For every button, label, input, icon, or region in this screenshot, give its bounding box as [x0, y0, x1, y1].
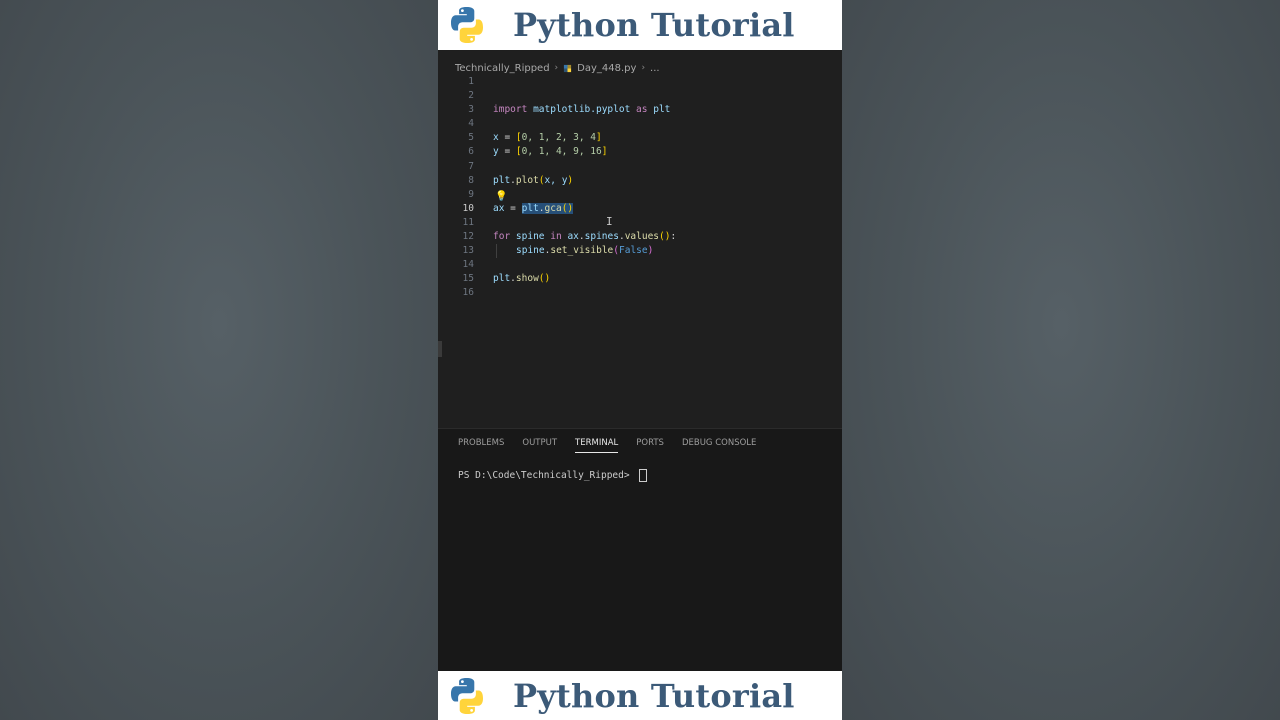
banner-title: Python Tutorial	[513, 676, 795, 715]
background-left	[0, 0, 438, 720]
code-line[interactable]: 4	[438, 117, 842, 131]
code-line[interactable]: 3 import matplotlib.pyplot as plt	[438, 103, 842, 117]
code-line[interactable]: 9 💡	[438, 188, 842, 202]
banner-top: Python Tutorial	[438, 0, 842, 50]
tab-ports[interactable]: PORTS	[636, 438, 664, 452]
code-line[interactable]: 12 for spine in ax.spines.values():	[438, 230, 842, 244]
tab-output[interactable]: OUTPUT	[522, 438, 557, 452]
code-line[interactable]: 6 y = [0, 1, 4, 9, 16]	[438, 145, 842, 159]
line-number: 1	[468, 76, 474, 87]
code-text: y = [0, 1, 4, 9, 16]	[493, 146, 608, 158]
code-line[interactable]: 1	[438, 75, 842, 89]
python-file-icon	[564, 64, 572, 72]
text-selection: plt.gca()	[521, 202, 574, 214]
code-text: import matplotlib.pyplot as plt	[493, 104, 671, 116]
bottom-panel: PROBLEMS OUTPUT TERMINAL PORTS DEBUG CON…	[438, 428, 842, 672]
tab-terminal[interactable]: TERMINAL	[575, 438, 619, 453]
breadcrumb-folder[interactable]: Technically_Ripped	[455, 63, 550, 74]
terminal-prompt-text: PS D:\Code\Technically_Ripped>	[458, 470, 636, 481]
code-editor[interactable]: Technically_Ripped › Day_448.py › ... 1 …	[438, 51, 842, 428]
line-number: 12	[462, 231, 474, 243]
line-number: 9	[468, 188, 474, 200]
chevron-right-icon: ›	[554, 63, 559, 73]
background-right	[842, 0, 1280, 720]
code-text: ax = plt.gca()	[493, 202, 574, 214]
tab-debug-console[interactable]: DEBUG CONSOLE	[682, 438, 756, 452]
line-number: 5	[468, 132, 474, 144]
code-text: plt.show()	[493, 273, 551, 285]
line-number: 4	[468, 118, 474, 130]
code-text: plt.plot(x, y)	[493, 174, 574, 186]
tab-problems[interactable]: PROBLEMS	[458, 438, 504, 452]
python-logo-icon	[451, 677, 483, 714]
banner-title: Python Tutorial	[513, 6, 795, 44]
code-line[interactable]: 10 ax = plt.gca()	[438, 202, 842, 216]
code-line[interactable]: 11	[438, 216, 842, 230]
breadcrumb-file[interactable]: Day_448.py	[577, 63, 636, 74]
line-number: 11	[462, 216, 474, 228]
line-number: 7	[468, 160, 474, 172]
line-number: 14	[462, 259, 474, 271]
python-logo-icon	[451, 7, 483, 43]
line-number: 3	[468, 104, 474, 116]
line-number: 2	[468, 90, 474, 102]
code-text: spine.set_visible(False)	[516, 245, 654, 257]
chevron-right-icon: ›	[641, 63, 646, 73]
code-line[interactable]: 14	[438, 258, 842, 272]
banner-bottom: Python Tutorial	[438, 671, 842, 720]
code-lines[interactable]: 1 2 3 import matplotlib.pyplot as plt 4 5…	[438, 75, 842, 301]
panel-tabs: PROBLEMS OUTPUT TERMINAL PORTS DEBUG CON…	[458, 438, 756, 453]
code-line[interactable]: 16	[438, 286, 842, 300]
code-text: x = [0, 1, 2, 3, 4]	[493, 132, 602, 144]
line-number: 6	[468, 146, 474, 158]
code-line[interactable]: 5 x = [0, 1, 2, 3, 4]	[438, 131, 842, 145]
code-line[interactable]: 8 plt.plot(x, y)	[438, 174, 842, 188]
line-number: 8	[468, 174, 474, 186]
video-frame: Python Tutorial Technically_Ripped › Day…	[438, 0, 842, 720]
sash-handle[interactable]	[438, 341, 442, 357]
code-line[interactable]: 7	[438, 160, 842, 174]
line-number: 16	[462, 287, 474, 299]
code-line[interactable]: 13 spine.set_visible(False)	[438, 244, 842, 259]
code-line[interactable]: 2	[438, 89, 842, 103]
text-cursor-icon: I	[606, 215, 613, 228]
terminal-cursor	[639, 469, 648, 482]
line-number: 10	[462, 202, 474, 214]
code-line[interactable]: 15 plt.show()	[438, 272, 842, 286]
breadcrumb-more[interactable]: ...	[650, 63, 660, 74]
indent-guide	[496, 244, 497, 259]
line-number: 13	[462, 245, 474, 257]
line-number: 15	[462, 273, 474, 285]
code-text: for spine in ax.spines.values():	[493, 231, 677, 243]
terminal-prompt[interactable]: PS D:\Code\Technically_Ripped>	[458, 469, 648, 482]
breadcrumb: Technically_Ripped › Day_448.py › ...	[455, 61, 660, 75]
